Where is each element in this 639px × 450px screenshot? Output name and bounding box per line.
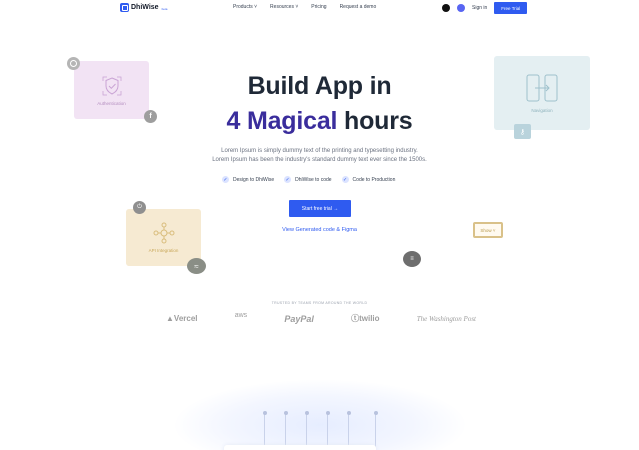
brand-badge: beta [161,7,168,11]
view-generated-code-link: View Generated code & Figma [0,227,639,233]
washington-post-logo: The Washington Post [416,314,476,323]
authentication-label: Authentication [97,100,126,106]
nav-item-products[interactable]: Products ˅ [233,4,257,10]
api-integration-label: API Integration [148,248,179,253]
top-navbar: DhiWise beta Products ˅ Resources ˅ Pric… [0,0,639,16]
hero-title-line2: 4 Magical hours [0,107,639,136]
nav-item-request-demo[interactable]: Request a demo [340,4,377,10]
hero-subtitle-line2: Lorem Ipsum has been the industry's stan… [212,157,427,163]
hero-title-line1: Build App in [247,72,392,100]
vercel-logo: ▲Vercel [166,314,198,323]
api-network-icon [153,222,174,244]
hero-title-accent: 4 Magical [226,107,338,135]
bottom-preview-panel [224,445,376,450]
nav-menu: Products ˅ Resources ˅ Pricing Request a… [233,4,376,10]
check-icon: ✓ [284,176,292,183]
connector-line [373,411,378,450]
hero-subtitle-line1: Lorem Ipsum is simply dummy text of the … [221,148,418,154]
brand-logo-icon [120,3,129,12]
landing-page: DhiWise beta Products ˅ Resources ˅ Pric… [0,0,639,450]
discord-icon[interactable] [457,4,465,12]
nav-item-pricing[interactable]: Pricing [311,4,326,10]
feature-item: ✓ Design to DhiWise [222,176,274,183]
paypal-logo: PayPal [284,313,314,324]
plug-icon: ⏻ [133,201,146,214]
hero-title-rest: hours [337,107,413,135]
brand-name: DhiWise [131,4,159,11]
nav-actions: Sign in Free Trial [442,2,528,14]
api-integration-card: API Integration [126,209,201,266]
feature-checklist: ✓ Design to DhiWise ✓ DhiWise to code ✓ Cod… [222,176,395,183]
brand-logo[interactable]: DhiWise beta [120,3,167,12]
feature-item: ✓ Code to Production [341,176,396,183]
check-icon: ✓ [222,176,229,183]
view-generated-code-text[interactable]: View Generated code & Figma [282,227,357,233]
customer-logos: ▲Vercel aws PayPal ⓣtwilio The Washingto… [166,312,476,324]
bottom-glow [175,380,465,450]
free-trial-button[interactable]: Free Trial [494,2,528,14]
google-icon [67,57,80,70]
start-free-trial-button[interactable]: Start free trial → [289,200,351,217]
feature-label: Design to DhiWise [233,176,275,183]
feature-label: DhiWise to code [295,176,332,183]
twilio-logo: ⓣtwilio [351,314,380,323]
feature-item: ✓ DhiWise to code [284,176,332,183]
nav-item-resources[interactable]: Resources ˅ [270,4,298,10]
wave-icon: ≈ [187,258,206,274]
github-icon[interactable] [442,4,450,12]
sign-in-link[interactable]: Sign in [472,5,487,11]
trusted-caption: TRUSTED BY TEAMS FROM AROUND THE WORLD [271,301,368,305]
document-icon: ≡ [403,251,421,267]
aws-logo: aws [234,312,248,319]
feature-label: Code to Production [352,176,396,183]
check-icon: ✓ [341,176,349,183]
